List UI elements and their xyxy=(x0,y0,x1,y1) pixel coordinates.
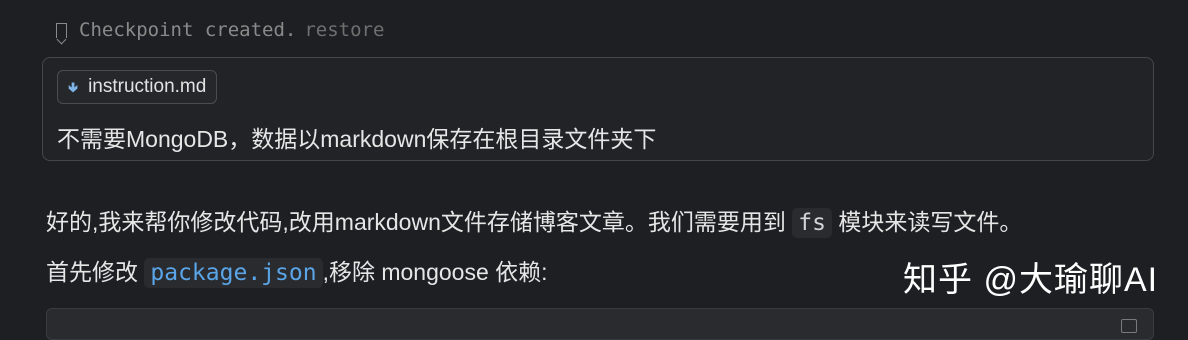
response-text: 模块来读写文件。 xyxy=(831,209,1023,235)
attachment-filename: instruction.md xyxy=(88,76,207,97)
user-message: 🢃 instruction.md 不需要MongoDB，数据以markdown保… xyxy=(42,57,1154,161)
restore-link[interactable]: restore xyxy=(304,19,384,41)
file-link-code[interactable]: package.json xyxy=(144,258,323,288)
copy-icon[interactable] xyxy=(1121,319,1137,333)
attachment-chip[interactable]: 🢃 instruction.md xyxy=(57,70,218,104)
checkpoint-bar: Checkpoint created. restore xyxy=(56,18,384,42)
response-text: 首先修改 xyxy=(46,259,145,285)
checkpoint-text: Checkpoint created. xyxy=(79,19,297,41)
response-line-1: 好的,我来帮你修改代码,改用markdown文件存储博客文章。我们需要用到 fs… xyxy=(46,203,1023,238)
response-text: 好的,我来帮你修改代码,改用markdown文件存储博客文章。我们需要用到 xyxy=(46,209,793,235)
watermark: 知乎 @大瑜聊AI xyxy=(903,261,1159,299)
response-text: ,移除 mongoose 依赖: xyxy=(322,259,548,285)
bookmark-icon xyxy=(56,22,67,38)
user-message-text: 不需要MongoDB，数据以markdown保存在根目录文件夹下 xyxy=(57,126,657,152)
inline-code: fs xyxy=(792,208,832,238)
code-block xyxy=(46,308,1154,340)
download-arrow-icon: 🢃 xyxy=(68,79,79,95)
response-line-2: 首先修改 package.json ,移除 mongoose 依赖: xyxy=(46,253,548,288)
